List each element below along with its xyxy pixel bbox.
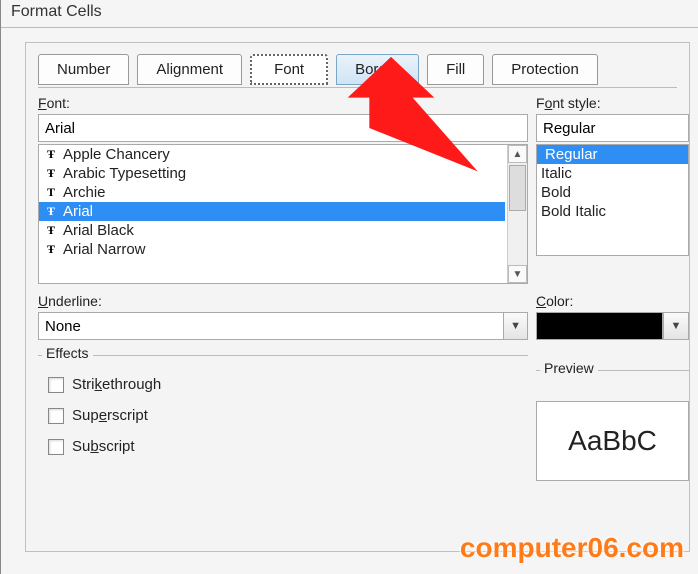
list-item-label: Arial [63,203,93,220]
chevron-down-icon[interactable]: ▼ [503,312,528,340]
checkbox-row[interactable]: Strikethrough [38,372,528,403]
truetype-icon: Ŧ [43,166,59,181]
color-combo[interactable]: ▼ [536,312,689,340]
font-listbox[interactable]: Ŧ Apple Chancery Ŧ Arabic Typesetting T Arc… [38,144,528,284]
color-section: Color: ▼ [536,293,689,340]
format-cells-window: Format Cells Number Alignment Font Borde… [0,0,698,574]
font-style-listbox[interactable]: Regular Italic Bold Bold Italic [536,144,689,256]
list-item-label: Arial Black [63,222,134,239]
font-section: Font: Ŧ Apple Chancery Ŧ Arabic Typesettin… [38,95,528,284]
color-label: Color: [536,293,689,309]
underline-section: Underline: ▼ [38,293,528,340]
tab-border[interactable]: Border [336,54,419,85]
scrollbar[interactable]: ▲ ▼ [507,145,527,283]
font-tab-body: Font: Ŧ Apple Chancery Ŧ Arabic Typesettin… [38,95,689,551]
tab-protection[interactable]: Protection [492,54,598,85]
dialog-panel: Number Alignment Font Border Fill Protec… [25,42,690,552]
underline-combo[interactable]: ▼ [38,312,528,340]
effects-group: Effects Strikethrough Superscript Subscr… [38,355,528,465]
checkbox-label: Subscript [72,438,135,455]
tab-number[interactable]: Number [38,54,129,85]
list-item[interactable]: Regular [537,145,688,164]
truetype-icon: Ŧ [43,242,59,257]
list-item-label: Bold [541,184,571,201]
list-item-label: Arabic Typesetting [63,165,186,182]
font-input[interactable] [38,114,528,142]
list-item[interactable]: Ŧ Arial Black [39,221,505,240]
effects-title: Effects [42,345,93,361]
color-swatch [536,312,663,340]
list-item-label: Italic [541,165,572,182]
underline-input[interactable] [38,312,503,340]
list-item-label: Archie [63,184,106,201]
chevron-down-icon[interactable]: ▼ [663,312,689,340]
checkbox-label: Superscript [72,407,148,424]
checkbox-row[interactable]: Superscript [38,403,528,434]
preview-group: Preview AaBbC [536,370,689,481]
list-item[interactable]: Bold [537,183,688,202]
list-item[interactable]: Ŧ Arial Narrow [39,240,505,259]
underline-label: Underline: [38,293,528,309]
truetype-icon: T [43,185,59,200]
tab-bar: Number Alignment Font Border Fill Protec… [26,43,689,84]
list-item[interactable]: Italic [537,164,688,183]
tab-font[interactable]: Font [250,54,328,85]
list-item[interactable]: Ŧ Arabic Typesetting [39,164,505,183]
tab-fill[interactable]: Fill [427,54,484,85]
scroll-up-button[interactable]: ▲ [508,145,527,163]
checkbox-row[interactable]: Subscript [38,434,528,465]
checkbox[interactable] [48,408,64,424]
font-label: Font: [38,95,528,111]
list-item-label: Apple Chancery [63,146,170,163]
tab-alignment[interactable]: Alignment [137,54,242,85]
scroll-down-button[interactable]: ▼ [508,265,527,283]
tab-divider [38,87,677,88]
scroll-thumb[interactable] [509,165,526,211]
list-item-label: Regular [541,146,598,163]
truetype-icon: Ŧ [43,147,59,162]
list-item[interactable]: Ŧ Arial [39,202,505,221]
list-item[interactable]: Ŧ Apple Chancery [39,145,505,164]
font-style-input[interactable] [536,114,689,142]
list-item-label: Arial Narrow [63,241,146,258]
checkbox[interactable] [48,439,64,455]
font-style-label: Font style: [536,95,689,111]
checkbox-label: Strikethrough [72,376,161,393]
watermark: computer06.com [460,532,684,564]
font-style-section: Font style: Regular Italic Bold Bold Ita… [536,95,689,256]
list-item[interactable]: T Archie [39,183,505,202]
preview-title: Preview [540,360,598,376]
preview-box: AaBbC [536,401,689,481]
list-item[interactable]: Bold Italic [537,202,688,221]
list-item-label: Bold Italic [541,203,606,220]
checkbox[interactable] [48,377,64,393]
truetype-icon: Ŧ [43,204,59,219]
preview-sample: AaBbC [568,425,657,457]
truetype-icon: Ŧ [43,223,59,238]
window-title: Format Cells [1,0,698,28]
